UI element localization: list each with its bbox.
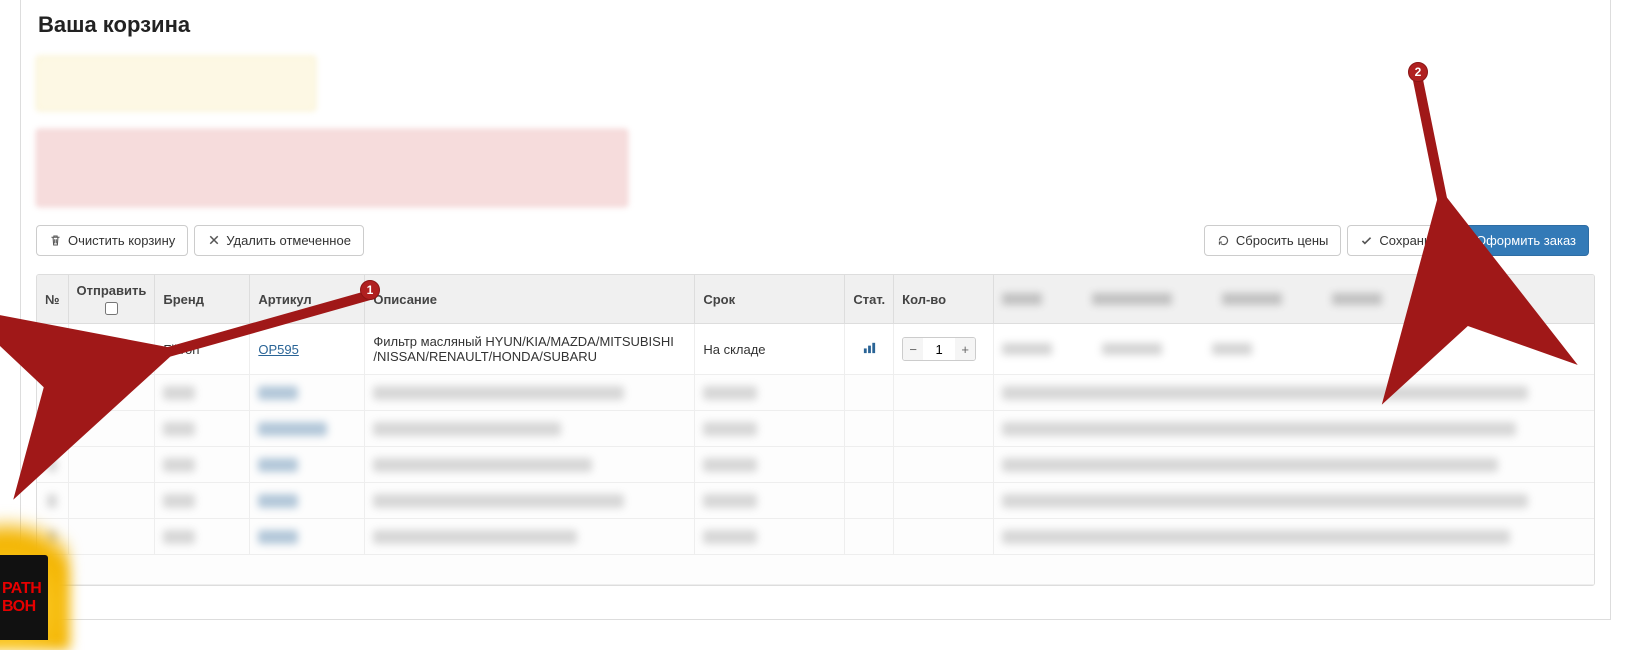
close-icon [207,234,220,247]
clear-cart-button[interactable]: Очистить корзину [36,225,188,256]
delete-selected-button[interactable]: Удалить отмеченное [194,225,364,256]
delete-selected-label: Удалить отмеченное [226,233,351,248]
callback-widget[interactable]: РАТН ВОН [0,505,50,640]
alert-warning-box [36,129,628,207]
annotation-badge-2: 2 [1408,62,1428,82]
alert-discount-box [36,56,316,111]
row-num: 1 [37,324,68,375]
reset-prices-label: Сбросить цены [1236,233,1328,248]
callback-line1: РАТН [2,580,48,598]
col-qty[interactable]: Кол-во [894,275,994,324]
table-row [37,411,1594,447]
row-brand: Filtron [155,324,250,375]
table-row [37,555,1594,585]
row-article-link[interactable]: OP595 [258,342,298,357]
col-article[interactable]: Артикул [250,275,365,324]
trash-icon [49,234,62,247]
qty-input[interactable] [923,338,955,360]
save-button[interactable]: Сохранить [1347,225,1457,256]
col-stat[interactable]: Стат. [845,275,894,324]
table-row: 1 Filtron OP595 Фильтр масляный HYUN/KIA… [37,324,1594,375]
page-title: Ваша корзина [38,12,1595,38]
table-row [37,447,1594,483]
cart-table: № Отправить Бренд Артикул Описание Срок … [37,275,1594,585]
check-icon [1360,234,1373,247]
annotation-badge-1: 1 [360,280,380,300]
table-row [37,375,1594,411]
col-term[interactable]: Срок [695,275,845,324]
col-send: Отправить [68,275,155,324]
qty-increment-button[interactable]: + [955,338,975,360]
qty-stepper: − + [902,337,976,361]
save-label: Сохранить [1379,233,1444,248]
select-all-checkbox[interactable] [105,302,118,315]
col-description[interactable]: Описание [365,275,695,324]
col-send-label: Отправить [77,283,147,298]
col-num[interactable]: № [37,275,68,324]
cart-toolbar: Очистить корзину Удалить отмеченное Сбро… [36,225,1595,256]
col-rest [994,275,1594,324]
table-row [37,519,1594,555]
checkout-button[interactable]: Оформить заказ [1463,225,1589,256]
stat-bars-icon[interactable] [862,343,877,358]
row-checkbox[interactable] [105,341,118,354]
table-row [37,483,1594,519]
col-brand[interactable]: Бренд [155,275,250,324]
clear-cart-label: Очистить корзину [68,233,175,248]
reset-prices-button[interactable]: Сбросить цены [1204,225,1341,256]
callback-line2: ВОН [2,598,48,616]
refresh-icon [1217,234,1230,247]
qty-decrement-button[interactable]: − [903,338,923,360]
row-description: Фильтр масляный HYUN/KIA/MAZDA/MITSUBISH… [365,324,695,375]
row-term: На складе [695,324,845,375]
checkout-label: Оформить заказ [1476,233,1576,248]
